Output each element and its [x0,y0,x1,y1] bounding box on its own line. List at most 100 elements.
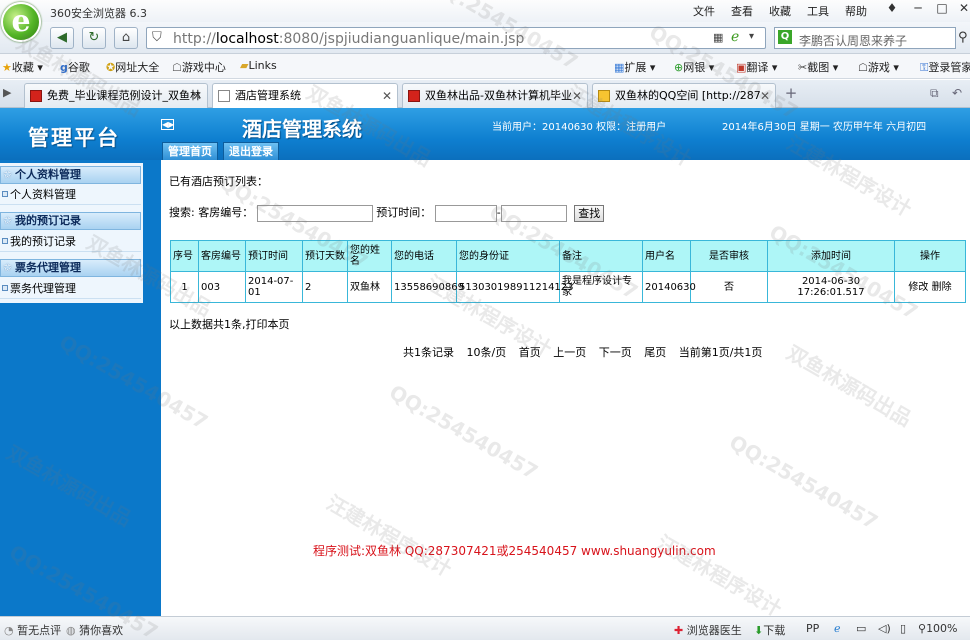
table-header-row: 序号 客房编号 预订时间 预订天数 您的姓名 您的电话 您的身份证 备注 用户名… [170,240,966,272]
next-page-link[interactable]: 下一页 [599,346,632,359]
room-no-label: 客房编号： [198,206,254,219]
end-date-input[interactable] [500,204,567,222]
menu-file[interactable]: 文件 [685,3,723,19]
section-ticketing[interactable]: ✩ 票务代理管理 [0,259,141,277]
refresh-button[interactable]: ↻ [82,27,106,49]
home-button[interactable]: ⌂ [114,27,138,49]
status-rating[interactable]: ◔ 暂无点评 [4,622,61,638]
column-header: 您的身份证 [456,240,560,272]
window-icon[interactable]: ▭ [856,622,866,635]
bookmarks-bar: ★收藏 ▾ g谷歌 ✪网址大全 ☖游戏中心 ▰Links ▦扩展 ▾ ⊕网银 ▾… [0,54,970,79]
maximize-button[interactable]: □ [930,0,954,18]
login-manager-button[interactable]: ⚿登录管家 [920,59,970,75]
logout-tab[interactable]: 退出登录 [223,142,279,160]
extensions-button[interactable]: ▦扩展 ▾ [614,59,655,75]
menu-view[interactable]: 查看 [723,3,761,19]
tab-hotel-system[interactable]: 酒店管理系统 ✕ [212,83,398,109]
sidebar-item-ticketing[interactable]: 票务代理管理 [0,279,141,299]
address-url[interactable]: http://localhost:8080/jspjiudianguanliqu… [173,31,524,47]
browser-logo-icon: e [1,2,41,42]
bookmark-sites[interactable]: ✪网址大全 [106,59,159,75]
browser-menu: 文件 查看 收藏 工具 帮助 [685,3,875,19]
column-header: 预订天数 [302,240,348,272]
star-icon: ✩ [3,261,13,274]
tab-shuangyulin[interactable]: 双鱼林出品-双鱼林计算机毕业 ✕ [402,83,588,108]
collapse-sidebar-icon[interactable]: ◀▶ [161,119,174,130]
tab-close-icon[interactable]: ✕ [572,84,582,108]
sidebar-item-bookings[interactable]: 我的预订记录 [0,232,141,252]
compat-mode-icon[interactable]: ▦ [713,31,723,44]
bookmark-links[interactable]: ▰Links [240,59,277,72]
menu-favorites[interactable]: 收藏 [761,3,799,19]
search-button[interactable]: 查找 [574,204,605,222]
prev-page-link[interactable]: 上一页 [553,346,586,359]
column-header: 预订时间 [245,240,303,272]
download-button[interactable]: ⬇下载 [754,622,785,638]
google-icon: g [60,61,68,74]
column-header: 是否审核 [690,240,768,272]
address-dropdown-icon[interactable]: ▾ [749,31,754,42]
column-header: 用户名 [642,240,691,272]
status-recommend[interactable]: ◍ 猜你喜欢 [66,622,123,638]
summary-text[interactable]: 以上数据共1条,打印本页 [169,316,290,332]
restore-tab-icon[interactable]: ⧉ [930,86,939,101]
home-tab[interactable]: 管理首页 [162,142,218,160]
column-header: 操作 [894,240,966,272]
ie-icon[interactable]: ℯ [834,622,841,635]
sidebar-toggle-icon[interactable]: ▶ [3,86,11,99]
sound-icon[interactable]: ◁) [878,622,891,635]
tab-close-icon[interactable]: ✕ [192,84,202,108]
main-content: 已有酒店预订列表： 搜索: 客房编号： 预订时间： - 查找 序号 客房编号 预… [161,160,970,616]
screenshot-button[interactable]: ✂截图 ▾ [798,59,838,75]
search-input[interactable]: 李鹏否认周恩来养子 [799,32,907,49]
undo-close-icon[interactable]: ↶ [952,86,962,100]
delete-link[interactable]: 删除 [932,282,952,293]
edit-link[interactable]: 修改 [908,282,928,293]
list-icon [2,285,8,291]
star-icon [598,90,610,102]
booking-time-label: 预订时间： [376,206,432,219]
search-label: 搜索: [169,206,195,219]
system-title: 酒店管理系统 [242,117,362,141]
gamepad-icon: ☖ [172,61,182,74]
pp-icon[interactable]: PP [806,622,819,635]
ie-mode-icon[interactable]: ℯ [731,29,739,45]
section-bookings[interactable]: ✩ 我的预订记录 [0,212,141,230]
sidebar-item-profile[interactable]: 个人资料管理 [0,185,141,205]
menu-help[interactable]: 帮助 [837,3,875,19]
minimize-button[interactable]: ─ [906,0,930,18]
pagination: 共1条记录 10条/页 首页 上一页 下一页 尾页 当前第1页/共1页 [403,344,771,360]
sidebar-menu: ✩ 个人资料管理 个人资料管理 ✩ 我的预订记录 我的预订记录 ✩ 票务代理管理 票务… [0,163,143,303]
cell-room: 003 [198,271,246,303]
zoom-control[interactable]: ⚲100% [918,622,958,635]
menu-tools[interactable]: 工具 [799,3,837,19]
bank-button[interactable]: ⊕网银 ▾ [674,59,714,75]
chat-icon: ◔ [4,624,14,637]
bookmark-games[interactable]: ☖游戏中心 [172,59,226,75]
last-page-link[interactable]: 尾页 [644,346,666,359]
heart-icon: ◍ [66,624,76,637]
first-page-link[interactable]: 首页 [519,346,541,359]
browser-doctor[interactable]: ✚ 浏览器医生 [674,622,742,638]
games-button[interactable]: ☖游戏 ▾ [858,59,899,75]
search-engine-icon[interactable]: Q [778,30,792,44]
tab-close-icon[interactable]: ✕ [760,84,770,108]
back-button[interactable]: ◀ [50,27,74,49]
tab-qq-space[interactable]: 双鱼林的QQ空间 [http://287 ✕ [592,83,776,108]
search-box[interactable]: Q 李鹏否认周恩来养子 [774,27,956,49]
tab-close-icon[interactable]: ✕ [382,84,392,108]
search-icon[interactable]: ⚲ [958,30,968,45]
start-date-input[interactable] [434,204,497,222]
page-indicator: 当前第1页/共1页 [678,346,763,359]
translate-button[interactable]: ▣翻译 ▾ [736,59,777,75]
bookmark-favorites[interactable]: ★收藏 ▾ [2,59,43,75]
room-no-input[interactable] [256,204,373,222]
lock-icon[interactable]: ▯ [900,622,906,635]
skin-icon[interactable]: ♦ [880,0,904,18]
address-bar[interactable]: ⛉ http://localhost:8080/jspjiudianguanli… [146,27,766,49]
tab-free-course[interactable]: 免费_毕业课程范例设计_双鱼林 ✕ [24,83,208,108]
bookmark-google[interactable]: g谷歌 [60,59,90,75]
close-window-button[interactable]: ✕ [952,0,970,18]
section-profile[interactable]: ✩ 个人资料管理 [0,166,141,184]
new-tab-button[interactable]: + [780,84,802,104]
